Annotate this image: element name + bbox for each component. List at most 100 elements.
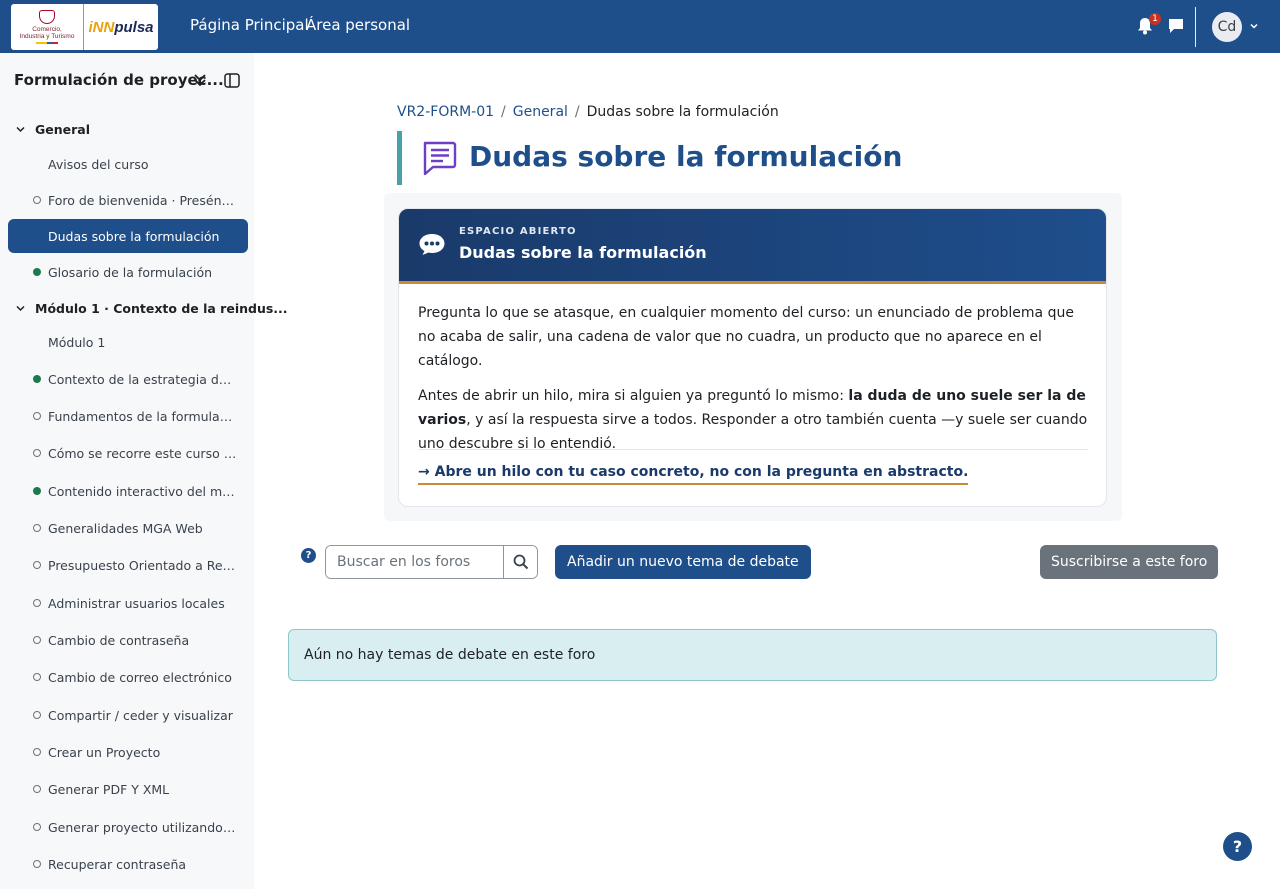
sidebar-item-glosario[interactable]: Glosario de la formulación xyxy=(8,255,248,289)
completed-icon xyxy=(33,268,41,276)
course-index-drawer: Formulación de proyec... General Avisos … xyxy=(0,53,288,889)
top-navbar: Comercio, Industria y Turismo iNN pulsa P… xyxy=(0,0,1280,53)
breadcrumb-link-section[interactable]: General xyxy=(513,104,568,120)
chevron-down-icon xyxy=(16,305,25,312)
breadcrumb-current: Dudas sobre la formulación xyxy=(586,104,779,120)
sidebar-item-crear-proyecto[interactable]: Crear un Proyecto xyxy=(8,735,248,769)
forum-search xyxy=(325,545,538,579)
forum-icon xyxy=(423,141,457,176)
sidebar-item-label: Dudas sobre la formulación xyxy=(48,228,220,244)
incomplete-icon xyxy=(33,748,41,756)
section-title: Módulo 1 · Contexto de la reindus... xyxy=(35,301,288,316)
search-input[interactable] xyxy=(326,546,503,578)
incomplete-icon xyxy=(33,449,41,457)
nav-link-dashboard[interactable]: Área personal xyxy=(306,16,410,34)
incomplete-icon xyxy=(33,673,41,681)
section-general[interactable]: General xyxy=(15,122,90,137)
sidebar-item-avisos[interactable]: Avisos del curso xyxy=(8,147,248,181)
innpulsa-logo: iNN pulsa xyxy=(84,19,158,36)
chat-icon[interactable] xyxy=(1168,18,1184,34)
sidebar-item-cambio-contrasena[interactable]: Cambio de contraseña xyxy=(8,623,248,657)
sidebar-item-label: Foro de bienvenida · Preséntate xyxy=(48,192,238,208)
no-discussions-alert: Aún no hay temas de debate en este foro xyxy=(288,629,1217,681)
incomplete-icon xyxy=(33,412,41,420)
sidebar-item-label: Crear un Proyecto xyxy=(48,744,161,760)
sidebar-item-label: Administrar usuarios locales xyxy=(48,595,225,611)
incomplete-icon xyxy=(33,524,41,532)
sidebar-item-label: Contexto de la estrategia de rein... xyxy=(48,371,238,387)
sidebar-item-label: Generar PDF Y XML xyxy=(48,781,170,797)
breadcrumb: VR2-FORM-01 / General / Dudas sobre la formu… xyxy=(397,104,779,120)
intro-paragraph-1: Pregunta lo que se atasque, en cualquier… xyxy=(418,305,1074,369)
intro-card-body: Pregunta lo que se atasque, en cualquier… xyxy=(418,301,1090,467)
sidebar-item-compartir[interactable]: Compartir / ceder y visualizar xyxy=(8,698,248,732)
intro-card-cta: → Abre un hilo con tu caso concreto, no … xyxy=(418,464,969,485)
page-title: Dudas sobre la formulación xyxy=(469,140,903,173)
footer-help-button[interactable]: ? xyxy=(1223,832,1252,861)
incomplete-icon xyxy=(33,860,41,868)
brand-pulsa: pulsa xyxy=(114,18,154,36)
sidebar-item-label: Generalidades MGA Web xyxy=(48,520,203,536)
sidebar-item-contexto[interactable]: Contexto de la estrategia de rein... xyxy=(8,362,248,396)
breadcrumb-separator: / xyxy=(574,104,580,120)
navbar-divider xyxy=(1195,7,1196,47)
chevron-down-icon[interactable] xyxy=(1249,21,1259,31)
site-logo[interactable]: Comercio, Industria y Turismo iNN pulsa xyxy=(11,4,158,50)
sidebar-item-label: Avisos del curso xyxy=(48,156,149,172)
search-icon xyxy=(513,554,528,570)
intro-paragraph-2: Antes de abrir un hilo, mira si alguien … xyxy=(418,384,1090,456)
chevron-down-icon xyxy=(16,126,25,133)
intro-card-divider xyxy=(418,449,1088,450)
sidebar-item-modulo-1[interactable]: Módulo 1 xyxy=(8,325,248,359)
sidebar-item-foro-bienvenida[interactable]: Foro de bienvenida · Preséntate xyxy=(8,183,248,217)
section-title: General xyxy=(35,122,90,137)
sidebar-item-label: Recuperar contraseña xyxy=(48,856,187,872)
breadcrumb-separator: / xyxy=(501,104,506,120)
sidebar-item-label: Módulo 1 xyxy=(48,334,106,350)
sidebar-item-label: Contenido interactivo del módul... xyxy=(48,483,238,499)
sidebar-item-usuarios-locales[interactable]: Administrar usuarios locales xyxy=(8,586,248,620)
sidebar-item-mga-web[interactable]: Generalidades MGA Web xyxy=(8,511,248,545)
intro-card-header: ESPACIO ABIERTO Dudas sobre la formulaci… xyxy=(399,209,1106,284)
close-drawer-icon[interactable] xyxy=(224,73,240,88)
sidebar-item-como-recorre[interactable]: Cómo se recorre este curso y acc... xyxy=(8,436,248,470)
ministry-line2: Industria y Turismo xyxy=(19,33,75,40)
flag-stripe xyxy=(36,42,58,44)
sidebar-item-fundamentos[interactable]: Fundamentos de la formulación ... xyxy=(8,399,248,433)
sidebar-item-contenido-interactivo[interactable]: Contenido interactivo del módul... xyxy=(8,474,248,508)
intro-paragraph-2-end: , y así la respuesta sirve a todos. Resp… xyxy=(418,412,1088,452)
breadcrumb-link-course[interactable]: VR2-FORM-01 xyxy=(397,104,494,120)
collapse-all-icon[interactable] xyxy=(193,73,207,87)
user-avatar[interactable]: Cd xyxy=(1212,12,1242,42)
incomplete-icon xyxy=(33,785,41,793)
sidebar-item-dudas[interactable]: Dudas sobre la formulación xyxy=(8,219,248,253)
search-button[interactable] xyxy=(503,546,537,578)
ministry-logo: Comercio, Industria y Turismo xyxy=(11,4,84,50)
help-icon[interactable]: ? xyxy=(301,548,316,563)
sidebar-item-label: Compartir / ceder y visualizar xyxy=(48,707,233,723)
sidebar-item-recuperar-contrasena[interactable]: Recuperar contraseña xyxy=(8,847,248,881)
sidebar-item-generar-proyecto[interactable]: Generar proyecto utilizando proy... xyxy=(8,810,248,844)
sidebar-item-cambio-correo[interactable]: Cambio de correo electrónico xyxy=(8,660,248,694)
sidebar-item-presupuesto[interactable]: Presupuesto Orientado a Result... xyxy=(8,548,248,582)
incomplete-icon xyxy=(33,711,41,719)
sidebar-item-label: Presupuesto Orientado a Result... xyxy=(48,557,238,573)
completed-icon xyxy=(33,487,41,495)
section-modulo-1[interactable]: Módulo 1 · Contexto de la reindus... xyxy=(15,301,288,316)
title-accent-bar xyxy=(397,131,402,185)
intro-paragraph-2-start: Antes de abrir un hilo, mira si alguien … xyxy=(418,388,849,404)
subscribe-button[interactable]: Suscribirse a este foro xyxy=(1040,545,1219,579)
crest-icon xyxy=(39,10,55,24)
brand-inn: iNN xyxy=(88,18,115,36)
add-discussion-button[interactable]: Añadir un nuevo tema de debate xyxy=(555,545,811,579)
incomplete-icon xyxy=(33,196,41,204)
completed-icon xyxy=(33,375,41,383)
sidebar-item-label: Cambio de contraseña xyxy=(48,632,190,648)
sidebar-item-generar-pdf[interactable]: Generar PDF Y XML xyxy=(8,772,248,806)
incomplete-icon xyxy=(33,561,41,569)
nav-link-home[interactable]: Página Principal xyxy=(190,16,309,34)
sidebar-item-label: Generar proyecto utilizando proy... xyxy=(48,819,238,835)
sidebar-item-label: Fundamentos de la formulación ... xyxy=(48,408,238,424)
sidebar-item-label: Cómo se recorre este curso y acc... xyxy=(48,445,238,461)
speech-bubble-icon xyxy=(419,234,445,255)
